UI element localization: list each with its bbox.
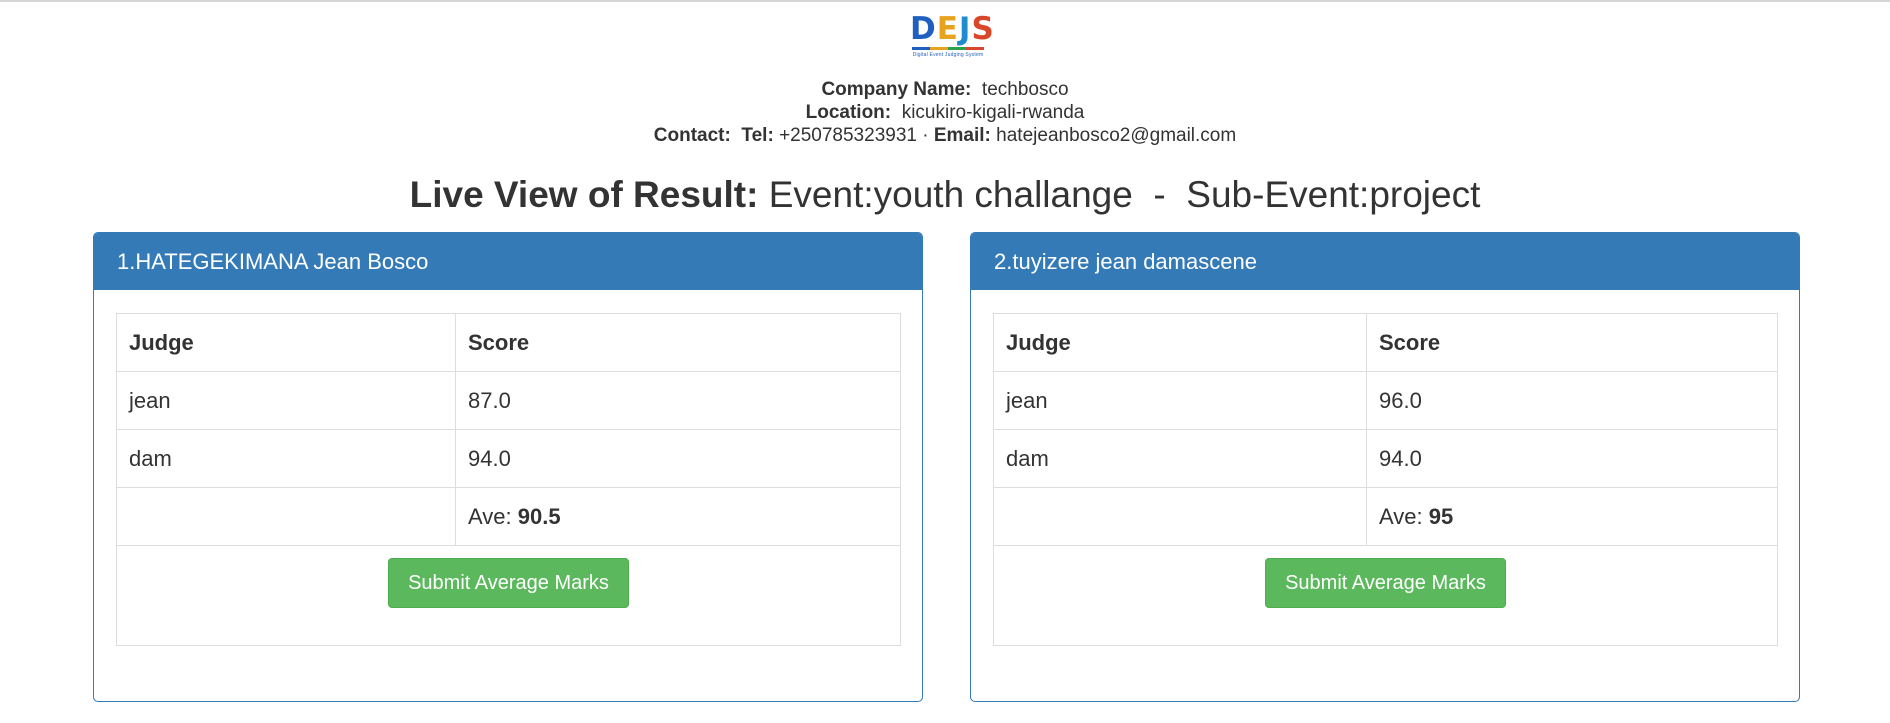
action-row: Submit Average Marks <box>993 545 1778 646</box>
contact-label: Contact: <box>653 125 731 146</box>
company-name-value: techbosco <box>981 79 1069 100</box>
submit-average-marks-button[interactable]: Submit Average Marks <box>1265 558 1506 608</box>
page-title-bold: Live View of Result: <box>409 174 759 215</box>
location-line: Location: kicukiro-kigali-rwanda <box>0 101 1890 124</box>
company-name-line: Company Name: techbosco <box>0 78 1890 101</box>
email-label: Email: <box>933 125 991 146</box>
contestant-name: 2.tuyizere jean damascene <box>971 233 1799 290</box>
logo-color-bar <box>912 47 984 50</box>
contact-separator: · <box>922 125 929 146</box>
submit-average-marks-button[interactable]: Submit Average Marks <box>388 558 629 608</box>
table-row: dam 94.0 <box>993 429 1778 488</box>
score-cell: 94.0 <box>455 429 901 488</box>
action-cell: Submit Average Marks <box>993 545 1778 646</box>
contact-line: Contact: Tel: +250785323931 · Email: hat… <box>0 124 1890 147</box>
average-label: Ave: <box>468 503 512 529</box>
score-cell: 94.0 <box>1366 429 1778 488</box>
tel-label: Tel: <box>741 125 774 146</box>
company-info: Company Name: techbosco Location: kicuki… <box>0 78 1890 147</box>
judge-column-header: Judge <box>116 313 456 372</box>
judge-cell: jean <box>116 371 456 430</box>
table-row: jean 87.0 <box>116 371 901 430</box>
scores-table: Judge Score jean 87.0 dam 94.0 Ave: 90.5… <box>116 313 901 646</box>
average-row: Ave: 95 <box>993 487 1778 546</box>
contestant-panel: 2.tuyizere jean damascene Judge Score je… <box>970 232 1800 702</box>
logo-tagline: Digital Event Judging System <box>912 52 984 58</box>
average-cell: Ave: 90.5 <box>455 487 901 546</box>
average-value: 90.5 <box>517 503 561 529</box>
page-title-event: Event:youth challange - Sub-Event:projec… <box>768 174 1481 215</box>
empty-cell <box>116 487 456 546</box>
judge-column-header: Judge <box>993 313 1367 372</box>
company-name-label: Company Name: <box>821 79 972 100</box>
judge-cell: dam <box>993 429 1367 488</box>
panel-body: Judge Score jean 96.0 dam 94.0 Ave: 95 S… <box>993 313 1778 646</box>
email-value: hatejeanbosco2@gmail.com <box>996 125 1237 146</box>
location-label: Location: <box>805 102 892 123</box>
average-label: Ave: <box>1379 503 1423 529</box>
location-value: kicukiro-kigali-rwanda <box>901 102 1085 123</box>
judge-cell: jean <box>993 371 1367 430</box>
top-border <box>0 0 1890 2</box>
table-header-row: Judge Score <box>993 313 1778 372</box>
score-column-header: Score <box>455 313 901 372</box>
action-cell: Submit Average Marks <box>116 545 901 646</box>
judge-cell: dam <box>116 429 456 488</box>
tel-value: +250785323931 <box>779 125 917 146</box>
contestant-panel: 1.HATEGEKIMANA Jean Bosco Judge Score je… <box>93 232 923 702</box>
average-value: 95 <box>1428 503 1454 529</box>
score-column-header: Score <box>1366 313 1778 372</box>
score-cell: 96.0 <box>1366 371 1778 430</box>
table-header-row: Judge Score <box>116 313 901 372</box>
panel-body: Judge Score jean 87.0 dam 94.0 Ave: 90.5… <box>116 313 901 646</box>
action-row: Submit Average Marks <box>116 545 901 646</box>
company-logo: DEJS Digital Event Judging System <box>910 11 995 60</box>
logo-wordmark: DEJS <box>910 11 995 47</box>
page-title: Live View of Result: Event:youth challan… <box>0 172 1890 218</box>
scores-table: Judge Score jean 96.0 dam 94.0 Ave: 95 S… <box>993 313 1778 646</box>
table-row: dam 94.0 <box>116 429 901 488</box>
average-cell: Ave: 95 <box>1366 487 1778 546</box>
table-row: jean 96.0 <box>993 371 1778 430</box>
empty-cell <box>993 487 1367 546</box>
average-row: Ave: 90.5 <box>116 487 901 546</box>
score-cell: 87.0 <box>455 371 901 430</box>
contestant-name: 1.HATEGEKIMANA Jean Bosco <box>94 233 922 290</box>
